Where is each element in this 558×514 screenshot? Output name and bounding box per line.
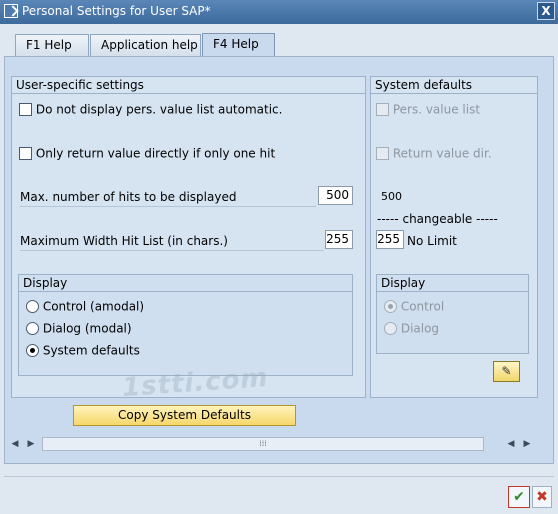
radio-label: Dialog (modal)	[42, 321, 132, 336]
tab-label: F4 Help	[213, 37, 259, 51]
radio-label: Dialog	[400, 321, 440, 336]
radio-label: Control	[400, 299, 445, 314]
checkmark-icon: ✔	[513, 489, 525, 505]
scroll-right-end-icon[interactable]: ▶	[522, 437, 532, 451]
tab-label: F1 Help	[26, 38, 72, 52]
copy-system-defaults-button[interactable]: Copy System Defaults	[73, 405, 296, 426]
sys-width-field[interactable]: 255	[376, 230, 404, 249]
horizontal-scrollbar[interactable]: ⁞⁞⁞	[42, 437, 484, 451]
radio-control-amodal[interactable]	[26, 300, 39, 313]
sys-radio-control	[384, 300, 397, 313]
scroll-left-icon[interactable]: ◀	[10, 437, 20, 451]
max-width-underline	[20, 250, 324, 251]
radio-dialog-modal[interactable]	[26, 322, 39, 335]
no-display-pers-list-label: Do not display pers. value list automati…	[35, 102, 283, 117]
sys-display-group: Display Control Dialog	[376, 274, 529, 354]
return-value-dir-row: Return value dir.	[376, 145, 492, 161]
footer-separator	[4, 476, 554, 477]
only-return-value-label: Only return value directly if only one h…	[35, 146, 276, 161]
max-width-label: Maximum Width Hit List (in chars.)	[20, 234, 228, 248]
cancel-button[interactable]: ✖	[532, 486, 552, 508]
cancel-x-icon: ✖	[536, 489, 548, 505]
user-settings-panel: User-specific settings Do not display pe…	[11, 76, 366, 398]
max-hits-underline	[20, 206, 316, 207]
window-title: Personal Settings for User SAP*	[22, 4, 211, 18]
pers-value-list-label: Pers. value list	[392, 102, 481, 117]
dialog-footer	[0, 464, 558, 514]
display-option-control[interactable]: Control (amodal)	[26, 298, 144, 314]
pers-value-list-checkbox	[376, 103, 389, 116]
max-hits-field[interactable]: 500	[318, 186, 353, 205]
no-limit-label: No Limit	[407, 234, 457, 248]
return-value-dir-checkbox	[376, 147, 389, 160]
max-hits-label: Max. number of hits to be displayed	[20, 190, 237, 204]
scroll-right-icon[interactable]: ▶	[26, 437, 36, 451]
system-defaults-panel: System defaults Pers. value list Return …	[370, 76, 538, 398]
radio-label: Control (amodal)	[42, 299, 145, 314]
no-display-pers-list-row[interactable]: Do not display pers. value list automati…	[19, 101, 282, 117]
display-group: Display Control (amodal) Dialog (modal) …	[18, 274, 353, 376]
sys-display-option-dialog: Dialog	[384, 320, 439, 336]
tab-f4-help[interactable]: F4 Help	[202, 33, 275, 57]
radio-label: System defaults	[42, 343, 140, 358]
title-bar: Personal Settings for User SAP* X	[0, 0, 558, 24]
only-return-value-checkbox[interactable]	[19, 147, 32, 160]
max-width-field[interactable]: 255	[325, 230, 353, 249]
ok-button[interactable]: ✔	[508, 486, 530, 508]
sys-display-group-title: Display	[377, 275, 528, 292]
tab-f1-help[interactable]: F1 Help	[15, 34, 89, 56]
edit-defaults-button[interactable]: ✎	[493, 361, 520, 382]
sys-radio-dialog	[384, 322, 397, 335]
display-option-dialog[interactable]: Dialog (modal)	[26, 320, 132, 336]
radio-system-defaults[interactable]	[26, 344, 39, 357]
sys-max-hits-value: 500	[381, 190, 402, 203]
pencil-icon: ✎	[501, 364, 512, 378]
scroll-left-end-icon[interactable]: ◀	[506, 437, 516, 451]
sys-display-option-control: Control	[384, 298, 444, 314]
display-option-system-defaults[interactable]: System defaults	[26, 342, 140, 358]
user-settings-title: User-specific settings	[12, 77, 365, 94]
close-button[interactable]: X	[537, 2, 555, 20]
pers-value-list-row: Pers. value list	[376, 101, 480, 117]
tab-page: User-specific settings Do not display pe…	[4, 56, 554, 464]
only-return-value-row[interactable]: Only return value directly if only one h…	[19, 145, 275, 161]
system-defaults-title: System defaults	[371, 77, 537, 94]
changeable-separator: ----- changeable -----	[377, 212, 498, 226]
no-display-pers-list-checkbox[interactable]	[19, 103, 32, 116]
tab-application-help[interactable]: Application help	[90, 34, 201, 56]
app-icon	[4, 4, 18, 18]
tab-label: Application help	[101, 38, 198, 52]
display-group-title: Display	[19, 275, 352, 292]
return-value-dir-label: Return value dir.	[392, 146, 492, 161]
scroll-grip-icon[interactable]: ⁞⁞⁞	[257, 439, 269, 449]
